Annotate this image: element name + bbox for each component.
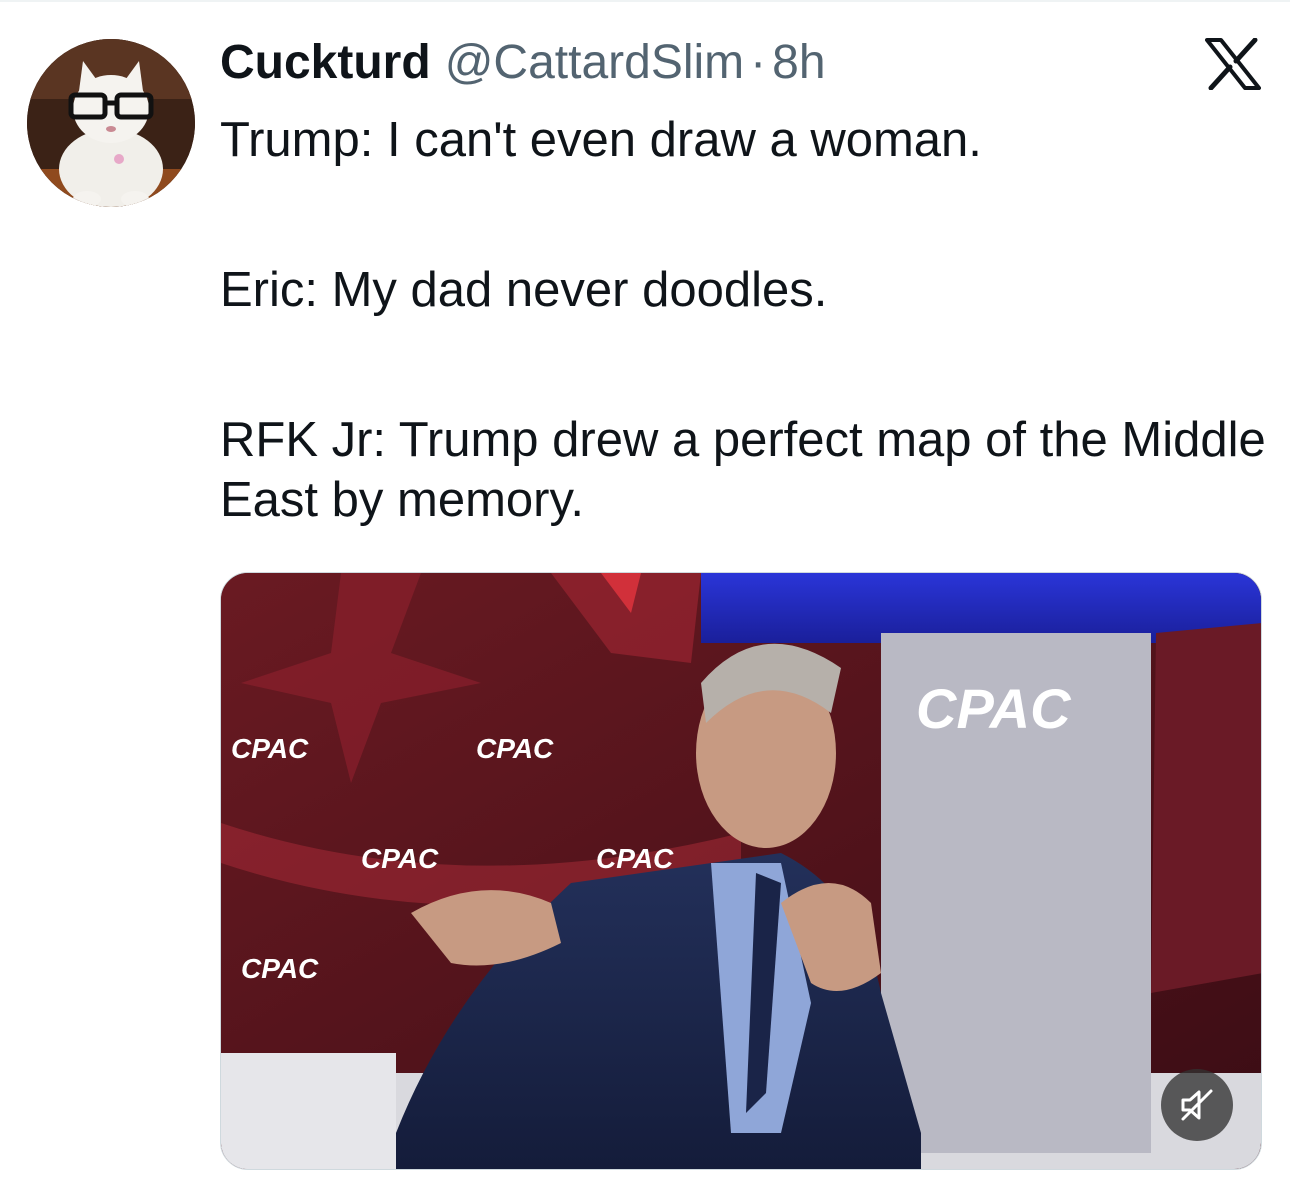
tweet-text: Trump: I can't even draw a woman. Eric: … [220, 110, 1270, 530]
header-separator: · [750, 36, 767, 89]
tweet-paragraph: RFK Jr: Trump drew a perfect map of the … [220, 413, 1266, 527]
tweet-paragraph: Trump: I can't even draw a woman. [220, 113, 982, 167]
video-frame: CPAC CPAC CPAC CPAC CPAC CPAC [221, 573, 1261, 1169]
cpac-logo-text: CPAC [361, 843, 439, 874]
speaker-muted-icon [1181, 1089, 1213, 1121]
author-avatar[interactable] [27, 39, 195, 207]
tweet-paragraph: Eric: My dad never doodles. [220, 263, 828, 317]
cpac-logo-text: CPAC [916, 677, 1072, 740]
cpac-logo-text: CPAC [231, 733, 309, 764]
x-logo-icon [1205, 37, 1261, 91]
cat-avatar-icon [27, 39, 195, 207]
author-display-name[interactable]: Cuckturd [220, 30, 431, 96]
cpac-logo-text: CPAC [476, 733, 554, 764]
author-handle[interactable]: @CattardSlim [445, 30, 744, 96]
tweet-video[interactable]: CPAC CPAC CPAC CPAC CPAC CPAC [220, 572, 1262, 1170]
tweet-timestamp[interactable]: 8h [772, 30, 825, 96]
cpac-logo-text: CPAC [596, 843, 674, 874]
mute-toggle-button[interactable] [1161, 1069, 1233, 1141]
tweet-header: Cuckturd @CattardSlim · 8h [220, 30, 826, 96]
top-divider [0, 0, 1290, 2]
cpac-logo-text: CPAC [241, 953, 319, 984]
